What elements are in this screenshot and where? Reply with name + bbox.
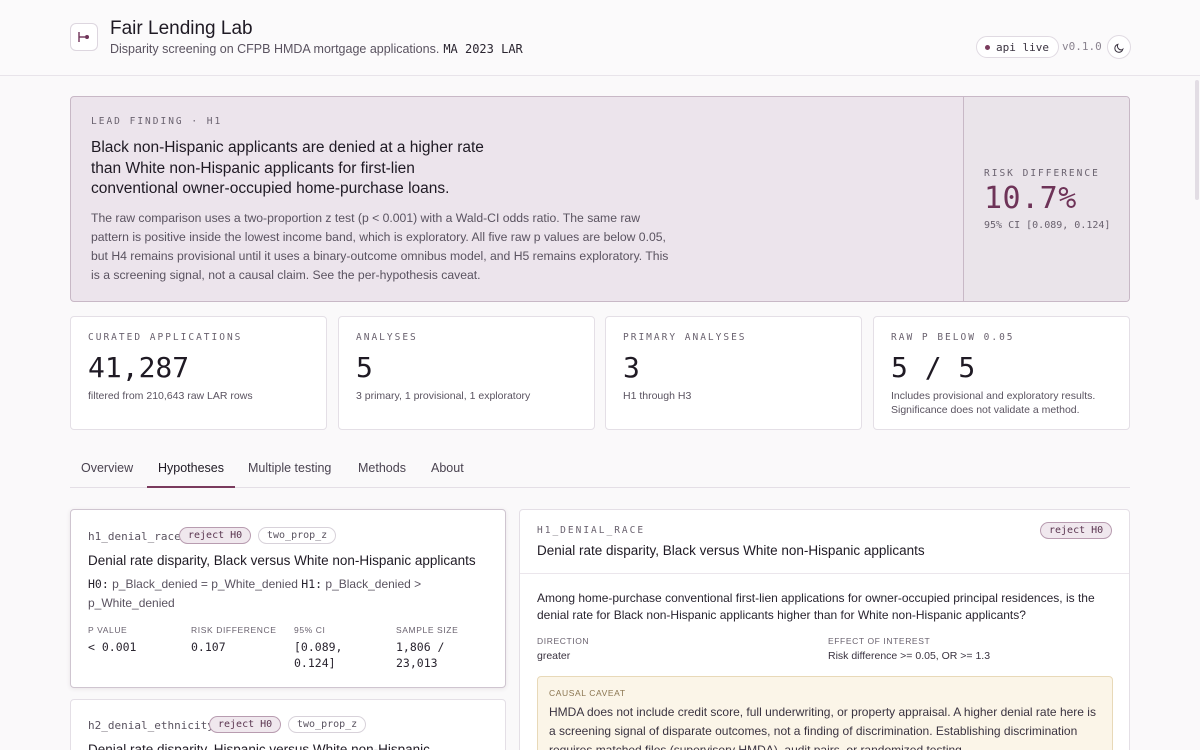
detail-eyebrow: H1_DENIAL_RACE [537, 525, 646, 536]
lead-finding-card: LEAD FINDING · H1 Black non-Hispanic app… [70, 96, 1130, 302]
hypothesis-title: Denial rate disparity, Black versus Whit… [88, 553, 476, 568]
stat-note: Includes provisional and exploratory res… [891, 390, 1096, 416]
moon-icon [1113, 43, 1124, 53]
stat-note: 3 primary, 1 provisional, 1 exploratory [356, 390, 531, 402]
dataset-label: MA 2023 LAR [443, 42, 523, 56]
api-status-badge: api live [976, 36, 1059, 58]
stat-label: ANALYSES [356, 332, 418, 343]
stat-note: H1 through H3 [623, 390, 692, 402]
version-label: v0.1.0 [1062, 40, 1102, 53]
detail-question: Among home-purchase conventional first-l… [537, 591, 1095, 622]
direction-label: DIRECTION [537, 636, 590, 646]
metric-label: RISK DIFFERENCE [191, 625, 277, 635]
risk-difference-panel: RISK DIFFERENCE 10.7% 95% CI [0.089, 0.1… [963, 97, 1129, 301]
lead-body: The raw comparison uses a two-proportion… [91, 211, 669, 282]
hypothesis-card-h2[interactable]: h2_denial_ethnicity reject H0 two_prop_z… [70, 699, 506, 750]
metric-value: 0.107 [191, 640, 226, 654]
detail-decision-badge: reject H0 [1040, 522, 1113, 539]
decision-badge: reject H0 [209, 716, 282, 733]
causal-caveat-box: CAUSAL CAVEAT HMDA does not include cred… [537, 676, 1113, 750]
tab-bar: Overview Hypotheses Multiple testing Met… [70, 452, 1130, 488]
stat-card-raw-p: RAW P BELOW 0.05 5 / 5 Includes provisio… [873, 316, 1130, 430]
lead-finding-main: LEAD FINDING · H1 Black non-Hispanic app… [71, 97, 963, 301]
stat-card-primary: PRIMARY ANALYSES 3 H1 through H3 [605, 316, 862, 430]
hypothesis-detail-panel: H1_DENIAL_RACE reject H0 Denial rate dis… [519, 509, 1130, 750]
api-status-text: api live [996, 40, 1049, 54]
metric-label: SAMPLE SIZE [396, 625, 459, 635]
tab-hypotheses[interactable]: Hypotheses [147, 452, 236, 488]
hypothesis-id: h2_denial_ethnicity [88, 719, 214, 732]
metric-value: 1,806 / 23,013 [396, 640, 445, 670]
bar-dot-icon [70, 23, 98, 51]
risk-difference-ci: 95% CI [0.089, 0.124] [984, 220, 1111, 231]
stat-card-curated: CURATED APPLICATIONS 41,287 filtered fro… [70, 316, 327, 430]
metric-value: < 0.001 [88, 640, 137, 654]
test-badge: two_prop_z [258, 527, 337, 544]
risk-difference-label: RISK DIFFERENCE [984, 168, 1100, 179]
stat-label: RAW P BELOW 0.05 [891, 332, 1015, 343]
lead-title: Black non-Hispanic applicants are denied… [91, 139, 484, 197]
h0-text: p_Black_denied = p_White_denied [112, 577, 298, 591]
app-title: Fair Lending Lab [110, 18, 253, 39]
stat-value: 3 [623, 351, 640, 384]
tab-multiple-testing[interactable]: Multiple testing [237, 452, 342, 488]
hypothesis-card-h1[interactable]: h1_denial_race reject H0 two_prop_z Deni… [70, 509, 506, 688]
decision-badge: reject H0 [179, 527, 252, 544]
detail-header: H1_DENIAL_RACE reject H0 Denial rate dis… [520, 510, 1129, 574]
metric-label: P VALUE [88, 625, 128, 635]
metric-value: [0.089, 0.124] [294, 640, 343, 670]
hypothesis-title: Denial rate disparity, Hispanic versus W… [88, 742, 430, 750]
h0-label: H0: [88, 577, 109, 591]
stat-value: 41,287 [88, 351, 190, 384]
effect-label: EFFECT OF INTEREST [828, 636, 931, 646]
stat-value: 5 [356, 351, 373, 384]
metric-label: 95% CI [294, 625, 326, 635]
subtitle-text: Disparity screening on CFPB HMDA mortgag… [110, 42, 440, 56]
status-dot-icon [985, 44, 990, 50]
effect-value: Risk difference >= 0.05, OR >= 1.3 [828, 650, 991, 662]
tab-overview[interactable]: Overview [70, 452, 144, 488]
hypothesis-statement: H0: p_Black_denied = p_White_denied H1: … [88, 575, 488, 613]
page-scrollbar[interactable] [1195, 80, 1199, 200]
hypothesis-id: h1_denial_race [88, 530, 181, 543]
app-header: Fair Lending Lab Disparity screening on … [0, 0, 1200, 76]
stat-note: filtered from 210,643 raw LAR rows [88, 390, 253, 402]
stat-card-analyses: ANALYSES 5 3 primary, 1 provisional, 1 e… [338, 316, 595, 430]
caveat-text: HMDA does not include credit score, full… [549, 705, 1096, 750]
h1-label: H1: [301, 577, 323, 591]
stat-value: 5 / 5 [891, 351, 976, 384]
stat-label: PRIMARY ANALYSES [623, 332, 747, 343]
app-subtitle: Disparity screening on CFPB HMDA mortgag… [110, 42, 523, 56]
test-badge: two_prop_z [288, 716, 367, 733]
detail-title: Denial rate disparity, Black versus Whit… [537, 543, 925, 558]
tab-methods[interactable]: Methods [347, 452, 417, 488]
risk-difference-value: 10.7% [984, 181, 1077, 216]
lead-eyebrow: LEAD FINDING · H1 [91, 116, 223, 127]
tab-about[interactable]: About [420, 452, 475, 488]
caveat-label: CAUSAL CAVEAT [549, 688, 626, 698]
theme-toggle-button[interactable] [1107, 35, 1131, 59]
direction-value: greater [537, 650, 571, 662]
stat-label: CURATED APPLICATIONS [88, 332, 243, 343]
